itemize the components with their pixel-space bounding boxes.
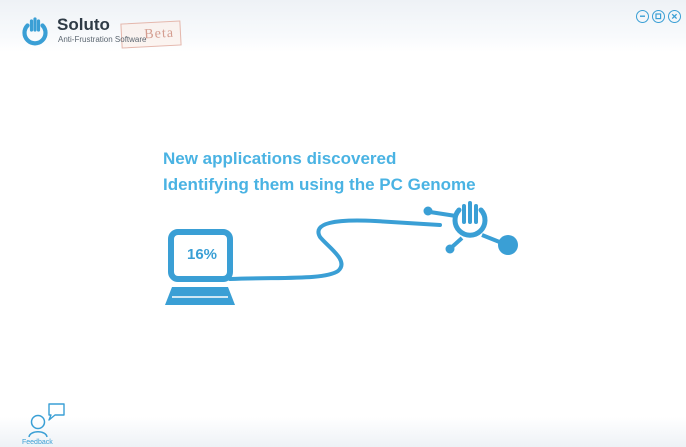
person-speech-bubble-icon[interactable] — [27, 402, 67, 440]
app-name: Soluto — [57, 15, 110, 34]
close-button[interactable] — [668, 10, 681, 23]
progress-percent: 16% — [186, 246, 218, 263]
connection-cable — [228, 218, 442, 281]
genome-node-icon — [423, 201, 518, 255]
close-circle-icon — [671, 13, 678, 20]
status-line-1: New applications discovered — [163, 149, 397, 168]
feedback-link[interactable]: Feedback — [22, 439, 53, 446]
computer-icon — [165, 229, 235, 305]
status-message: New applications discovered Identifying … — [163, 146, 476, 198]
maximize-button[interactable] — [652, 10, 665, 23]
minimize-circle-icon — [640, 15, 645, 17]
minimize-button[interactable] — [636, 10, 649, 23]
bottom-bar — [0, 417, 686, 447]
soluto-window: Soluto Beta Anti-Frustration Software Ne… — [0, 0, 686, 447]
window-controls — [636, 10, 681, 23]
app-tagline: Anti-Frustration Software — [58, 35, 147, 44]
restore-circle-icon — [655, 13, 662, 20]
title-bar[interactable]: Soluto Beta Anti-Frustration Software — [0, 0, 686, 52]
soluto-power-logo-icon — [22, 17, 48, 46]
